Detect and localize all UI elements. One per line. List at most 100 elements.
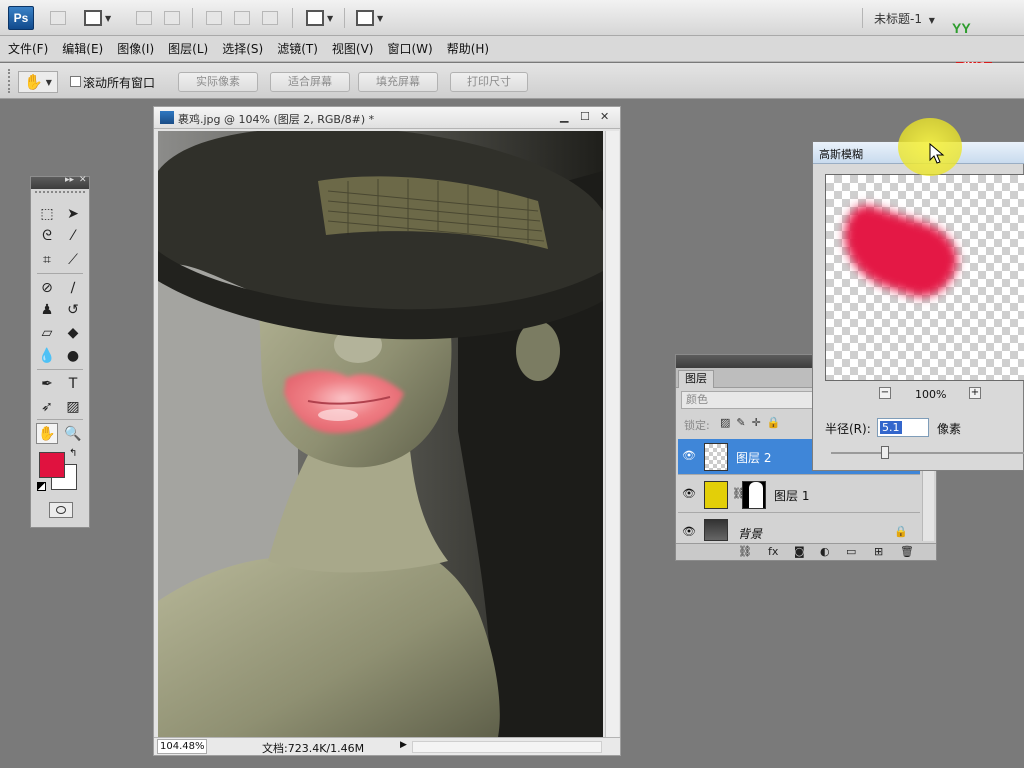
menu-view[interactable]: 视图(V) <box>332 40 374 57</box>
document-vertical-scrollbar[interactable] <box>605 131 619 737</box>
zoom-in-button[interactable]: + <box>969 387 981 399</box>
menu-file[interactable]: 文件(F) <box>8 40 48 57</box>
new-group-icon[interactable]: ▭ <box>846 545 856 558</box>
pen-tool[interactable]: ✒ <box>36 373 58 394</box>
layer-name[interactable]: 图层 2 <box>736 449 771 466</box>
paint-bucket-tool[interactable]: ◆ <box>62 322 84 343</box>
radius-input[interactable]: 5.1 <box>877 418 929 437</box>
maximize-icon[interactable]: ☐ <box>580 110 590 123</box>
view-extras-button[interactable]: ▼ <box>84 8 111 28</box>
dodge-tool[interactable]: ● <box>62 345 84 366</box>
hand-tool[interactable]: ✋ <box>36 423 58 444</box>
new-layer-icon[interactable]: ⊞ <box>874 545 883 558</box>
menu-select[interactable]: 选择(S) <box>222 40 263 57</box>
clone-stamp-tool[interactable]: ♟ <box>36 299 58 320</box>
tools-grip[interactable] <box>35 191 85 196</box>
menu-filter[interactable]: 滤镜(T) <box>277 40 318 57</box>
fill-screen-button[interactable]: 填充屏幕 <box>358 72 438 92</box>
lasso-tool[interactable]: ᘓ <box>36 225 58 246</box>
swap-colors-icon[interactable]: ↰ <box>69 448 77 459</box>
minimize-icon[interactable]: ▁ <box>560 110 568 123</box>
arrange-documents-button[interactable]: ▼ <box>306 8 333 28</box>
blur-preview[interactable] <box>825 174 1024 381</box>
quick-mask-button[interactable] <box>49 502 73 518</box>
adjustment-layer-icon[interactable]: ◐ <box>820 545 830 558</box>
document-horizontal-scrollbar[interactable] <box>412 741 602 753</box>
move-tool[interactable]: ➤ <box>62 203 84 224</box>
eye-icon[interactable]: 👁 <box>682 449 698 462</box>
rotate-view-button[interactable] <box>206 8 222 28</box>
document-size[interactable]: 文档:723.4K/1.46M <box>262 740 364 756</box>
layer-mask-thumbnail[interactable] <box>742 481 766 509</box>
close-icon[interactable]: ✕ <box>79 175 87 185</box>
radius-slider-thumb[interactable] <box>881 446 889 459</box>
status-menu-icon[interactable]: ▶ <box>400 740 407 750</box>
image-canvas[interactable] <box>158 131 603 737</box>
chevron-down-icon: ▼ <box>105 13 112 23</box>
layer-row[interactable]: 👁 背景 🔒 <box>678 515 920 543</box>
fit-screen-button[interactable]: 适合屏幕 <box>270 72 350 92</box>
menu-image[interactable]: 图像(I) <box>117 40 154 57</box>
eyedropper-tool[interactable]: ⟋ <box>62 249 84 270</box>
add-mask-icon[interactable]: ◙ <box>794 545 805 558</box>
print-size-button[interactable]: 打印尺寸 <box>450 72 528 92</box>
quick-selection-tool[interactable]: ⁄ <box>62 225 84 246</box>
zoom-level-field[interactable]: 104.48% <box>157 739 207 754</box>
lock-options[interactable]: ▨✎✛🔒 <box>720 416 787 429</box>
lock-all-icon[interactable]: 🔒 <box>767 416 787 429</box>
arrange-button-2[interactable] <box>262 8 278 28</box>
scroll-all-windows-checkbox[interactable] <box>70 76 81 87</box>
history-brush-tool[interactable]: ↺ <box>62 299 84 320</box>
zoom-tool[interactable]: 🔍 <box>62 423 84 444</box>
document-switcher[interactable]: 未标题-1 ▼ <box>874 10 935 27</box>
eraser-tool[interactable]: ▱ <box>36 322 58 343</box>
marquee-tool[interactable]: ⬚ <box>36 203 58 224</box>
tool-preset-picker[interactable]: ✋ ▼ <box>18 71 58 93</box>
trash-icon[interactable]: 🗑 <box>900 545 914 558</box>
menu-window[interactable]: 窗口(W) <box>387 40 432 57</box>
eye-icon[interactable]: 👁 <box>682 525 698 538</box>
portrait-image <box>158 131 603 737</box>
default-colors-icon[interactable] <box>37 482 46 491</box>
shape-tool[interactable]: ▨ <box>62 396 84 417</box>
layer-thumbnail <box>704 443 728 471</box>
zoom-tool-shortcut[interactable] <box>164 8 180 28</box>
brush-tool[interactable]: ∕ <box>62 277 84 298</box>
menu-layer[interactable]: 图层(L) <box>168 40 208 57</box>
stamp-icon: ♟ <box>40 301 54 318</box>
layer-name[interactable]: 图层 1 <box>774 487 809 504</box>
dialog-title: 高斯模糊 <box>819 148 863 161</box>
layer-style-icon[interactable]: fx <box>768 545 778 558</box>
crop-tool[interactable]: ⌗ <box>36 249 58 270</box>
menu-help[interactable]: 帮助(H) <box>447 40 489 57</box>
blend-mode-select[interactable]: 颜色 <box>681 391 813 409</box>
lock-position-icon[interactable]: ✛ <box>752 416 767 429</box>
tab-layers[interactable]: 图层 <box>678 370 714 388</box>
tools-panel-header[interactable]: ▸▸ ✕ <box>31 175 89 189</box>
foreground-color-swatch[interactable] <box>39 452 65 478</box>
actual-pixels-button[interactable]: 实际像素 <box>178 72 258 92</box>
link-layers-icon[interactable]: ⛓ <box>738 545 752 558</box>
layer-row[interactable]: 👁 ⛓ 图层 1 <box>678 477 920 513</box>
screen-mode-button[interactable]: ▼ <box>356 8 383 28</box>
options-grip[interactable] <box>8 69 12 93</box>
menu-edit[interactable]: 编辑(E) <box>62 40 103 57</box>
lock-transparency-icon[interactable]: ▨ <box>720 416 736 429</box>
layer-name[interactable]: 背景 <box>738 525 762 542</box>
document-title-bar[interactable]: 裹鸡.jpg @ 104% (图层 2, RGB/8#) * ▁ ☐ ✕ <box>154 107 620 129</box>
blur-tool[interactable]: 💧 <box>36 345 58 366</box>
lock-pixels-icon[interactable]: ✎ <box>736 416 751 429</box>
photoshop-logo-icon[interactable]: Ps <box>8 6 34 30</box>
path-selection-tool[interactable]: ➶ <box>36 396 58 417</box>
arrange-button-1[interactable] <box>234 8 250 28</box>
radius-unit: 像素 <box>937 422 962 436</box>
eye-icon[interactable]: 👁 <box>682 487 698 500</box>
close-icon[interactable]: ✕ <box>600 110 609 123</box>
bridge-button[interactable] <box>50 8 66 28</box>
type-tool[interactable]: T <box>62 373 84 394</box>
zoom-out-button[interactable]: − <box>879 387 891 399</box>
healing-brush-tool[interactable]: ⊘ <box>36 277 58 298</box>
radius-slider-track[interactable] <box>831 452 1024 454</box>
hand-tool-shortcut[interactable] <box>136 8 152 28</box>
collapse-icon[interactable]: ▸▸ <box>65 175 74 185</box>
